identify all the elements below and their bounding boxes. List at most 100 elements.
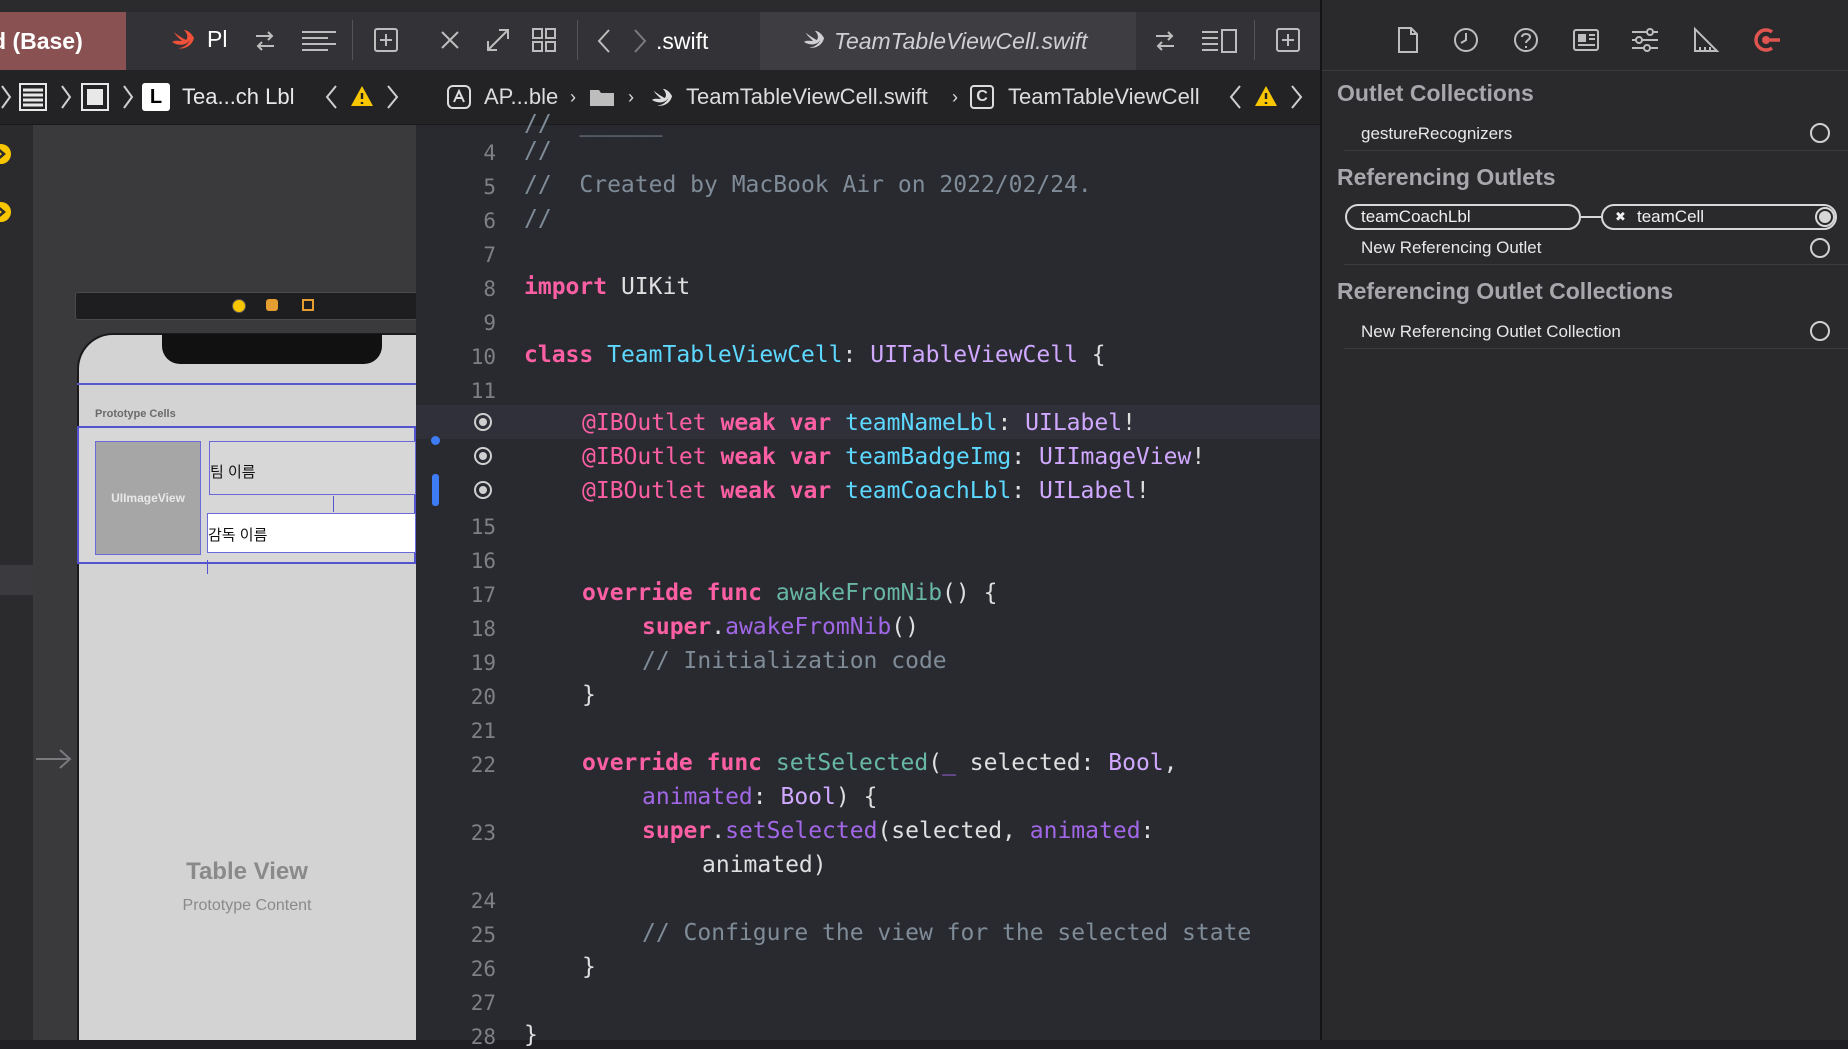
line-number: 23 xyxy=(470,821,496,845)
help-inspector-icon[interactable] xyxy=(1512,26,1540,54)
scene-dock[interactable] xyxy=(75,292,416,320)
line-number: 5 xyxy=(483,175,496,199)
change-bar xyxy=(432,474,439,506)
scene-arrow-icon[interactable] xyxy=(0,143,12,165)
identity-inspector-icon[interactable] xyxy=(1572,26,1600,54)
breadcrumb-class[interactable]: TeamTableViewCell xyxy=(1008,84,1200,110)
scene-arrow-icon[interactable] xyxy=(0,201,12,223)
folder-icon[interactable] xyxy=(588,86,616,108)
code-line-13: @IBOutlet weak var teamBadgeImg: UIImage… xyxy=(582,444,1206,470)
line-number: 10 xyxy=(470,345,496,369)
change-indicator xyxy=(431,436,440,445)
tab-storyboard-base[interactable]: d (Base) xyxy=(0,12,126,70)
connection-line xyxy=(1581,216,1601,218)
connections-inspector-icon[interactable] xyxy=(1752,26,1782,54)
code-line-22-wrap: animated: Bool) { xyxy=(642,784,878,810)
divider xyxy=(1254,20,1255,60)
history-inspector-icon[interactable] xyxy=(1452,26,1480,54)
cell-icon[interactable] xyxy=(80,82,110,112)
constraint-line xyxy=(333,496,334,512)
chevron-left-icon[interactable] xyxy=(1228,84,1242,110)
outlet-pill[interactable]: teamCoachLbl xyxy=(1345,204,1581,230)
editor-tab-bar: .swift TeamTableViewCell.swift xyxy=(416,12,1320,71)
outlet-connection-indicator[interactable] xyxy=(474,447,492,465)
breadcrumb-file[interactable]: TeamTableViewCell.swift xyxy=(686,84,928,110)
file-inspector-icon[interactable] xyxy=(1396,26,1420,54)
line-number: 18 xyxy=(470,617,496,641)
tab-playground-label[interactable]: Pl xyxy=(207,26,227,53)
line-number: 27 xyxy=(470,991,496,1015)
first-responder-icon[interactable] xyxy=(266,299,278,311)
left-jump-bar: L Tea...ch Lbl xyxy=(0,70,416,125)
gesture-recognizers-label: gestureRecognizers xyxy=(1361,124,1513,143)
swift-icon xyxy=(170,28,196,52)
outline-selection xyxy=(0,565,33,595)
app-project-icon[interactable] xyxy=(446,84,472,110)
code-line-10: class TeamTableViewCell: UITableViewCell… xyxy=(524,342,1106,368)
jump-bar-selected-label[interactable]: Tea...ch Lbl xyxy=(182,84,295,110)
expand-icon[interactable] xyxy=(484,26,512,54)
add-editor-icon[interactable] xyxy=(1274,26,1302,54)
editor-options-icon[interactable] xyxy=(300,28,338,54)
attributes-inspector-icon[interactable] xyxy=(1630,26,1660,54)
line-number: 7 xyxy=(483,243,496,267)
team-name-label[interactable]: 팀 이름 xyxy=(209,441,416,495)
source-text-area[interactable]: // ______ 4 // 5 // Created by MacBook A… xyxy=(416,111,1320,1049)
forward-icon[interactable] xyxy=(632,28,648,54)
code-line-22: override func setSelected(_ selected: Bo… xyxy=(582,750,1178,776)
chevron-right-icon[interactable] xyxy=(1290,84,1304,110)
connections-inspector: Outlet Collections gestureRecognizers Re… xyxy=(1320,0,1848,1040)
breadcrumb-project[interactable]: AP...ble xyxy=(484,84,558,110)
interface-builder-panel: d (Base) Pl L Tea...ch Lbl Prototype Cel… xyxy=(0,0,416,1040)
referencing-outlets-title: Referencing Outlets xyxy=(1337,164,1556,190)
exit-icon[interactable] xyxy=(302,299,314,311)
new-referencing-outlet-collection-label: New Referencing Outlet Collection xyxy=(1361,322,1621,341)
remove-connection-icon[interactable]: ✖ xyxy=(1615,206,1626,228)
coach-name-label[interactable]: 감독 이름 xyxy=(207,513,416,553)
chevron-left-icon[interactable] xyxy=(324,84,338,110)
code-line-28: } xyxy=(524,1022,538,1048)
connection-circle[interactable] xyxy=(1810,123,1830,143)
close-icon[interactable] xyxy=(438,28,462,52)
tab-swift-file[interactable]: .swift xyxy=(656,12,746,70)
line-number: 8 xyxy=(483,277,496,301)
connected-circle[interactable] xyxy=(1815,207,1835,227)
warning-icon[interactable] xyxy=(1254,84,1278,108)
image-view[interactable]: UIImageView xyxy=(95,441,201,555)
table-top-border xyxy=(77,383,416,385)
editor-options-icon[interactable] xyxy=(1200,28,1238,54)
back-icon[interactable] xyxy=(596,28,612,54)
code-line-25: // Configure the view for the selected s… xyxy=(642,920,1252,946)
center-top-strip xyxy=(416,0,1320,12)
code-line-12: @IBOutlet weak var teamNameLbl: UILabel! xyxy=(582,410,1136,436)
swap-icon[interactable] xyxy=(252,28,278,54)
line-number: 22 xyxy=(470,753,496,777)
entry-point-arrow-icon[interactable] xyxy=(34,746,74,772)
prototype-cells-label: Prototype Cells xyxy=(95,408,176,420)
line-number: 21 xyxy=(470,719,496,743)
table-icon[interactable] xyxy=(18,82,48,112)
line-number: 11 xyxy=(470,379,496,403)
add-editor-icon[interactable] xyxy=(372,26,400,54)
outlet-connection-indicator[interactable] xyxy=(474,481,492,499)
left-top-strip xyxy=(0,0,416,12)
connection-circle[interactable] xyxy=(1810,238,1830,258)
chevron-right-icon xyxy=(122,84,134,110)
warning-icon[interactable] xyxy=(350,84,374,108)
size-inspector-icon[interactable] xyxy=(1692,26,1720,54)
swift-icon xyxy=(802,29,826,51)
target-pill[interactable]: ✖ teamCell xyxy=(1601,204,1837,230)
view-controller-icon[interactable] xyxy=(232,299,246,313)
chevron-right-icon xyxy=(0,84,12,110)
line-number: 4 xyxy=(483,141,496,165)
chevron-right-icon[interactable] xyxy=(386,84,400,110)
connection-circle[interactable] xyxy=(1810,321,1830,341)
line-number: 26 xyxy=(470,957,496,981)
line-number: 28 xyxy=(470,1025,496,1049)
target-name: teamCell xyxy=(1637,207,1705,226)
tab-team-table-view-cell[interactable]: TeamTableViewCell.swift xyxy=(760,12,1136,70)
swap-icon[interactable] xyxy=(1152,28,1178,54)
outlet-connection-indicator[interactable] xyxy=(474,413,492,431)
divider xyxy=(577,20,578,60)
related-items-icon[interactable] xyxy=(530,26,558,54)
